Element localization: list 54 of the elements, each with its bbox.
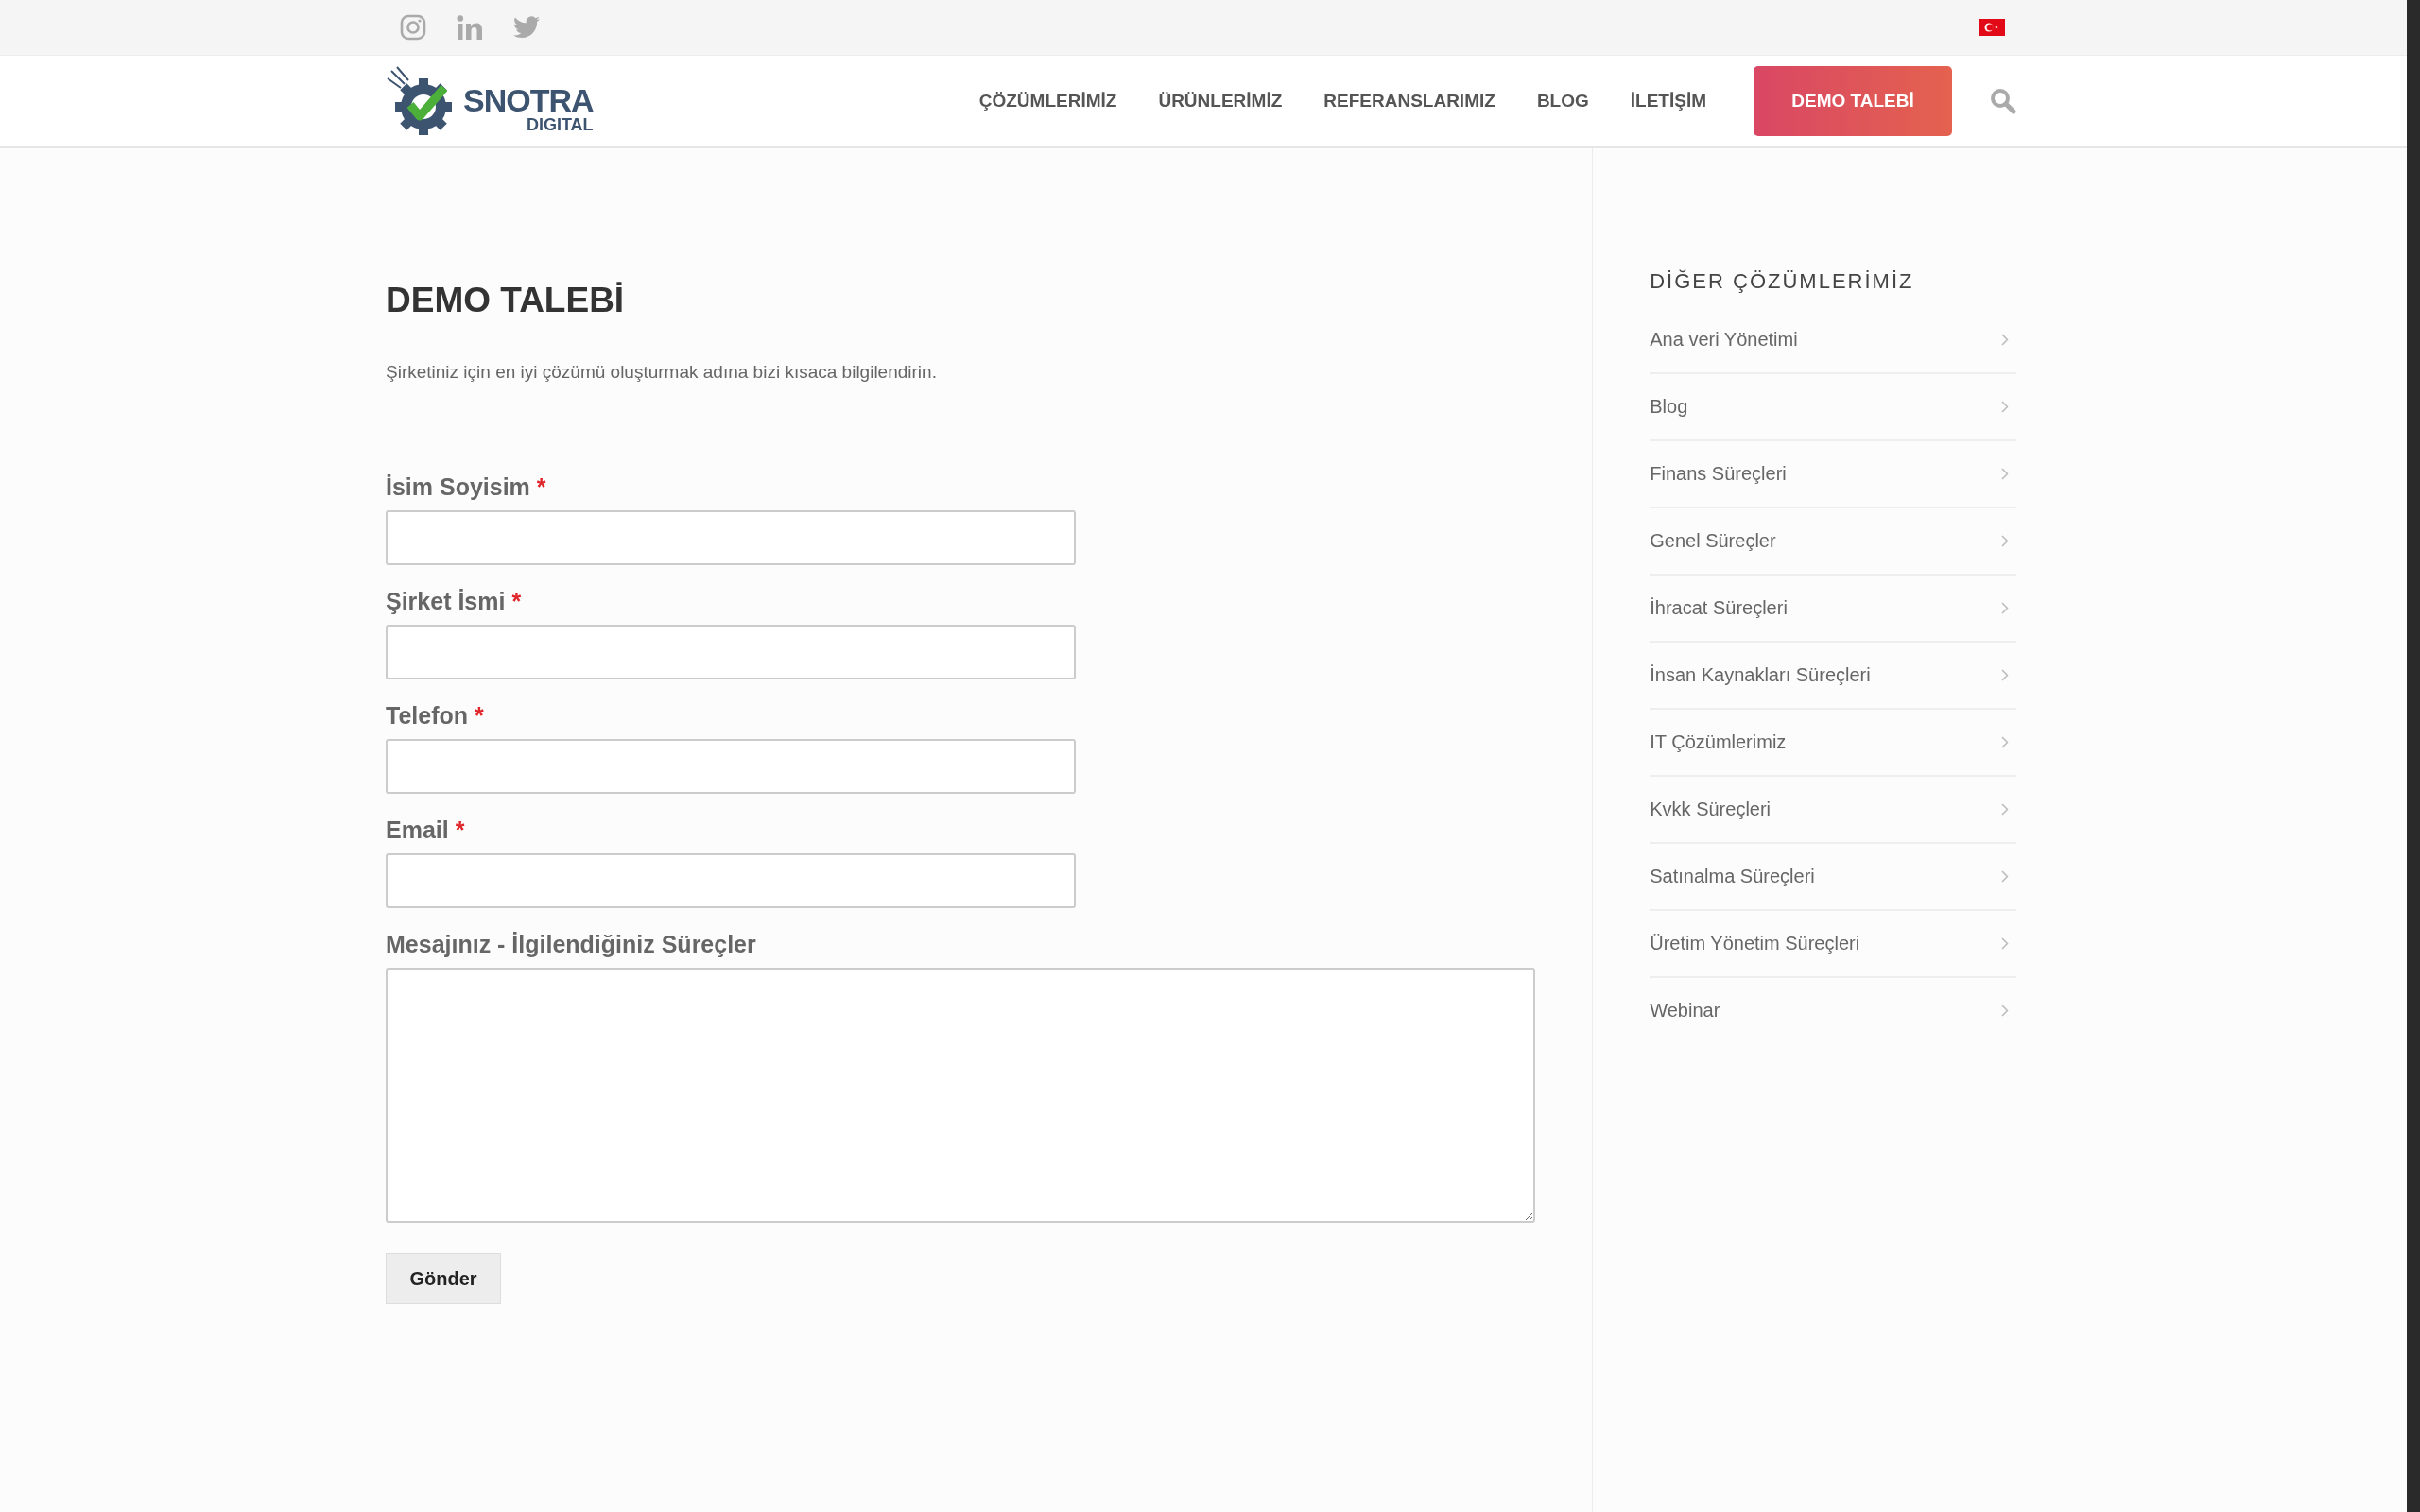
field-label: Mesajınız - İlgilendiğiniz Süreçler	[386, 931, 756, 958]
required-mark: *	[455, 816, 465, 844]
sidebar-link[interactable]: Kvkk Süreçleri	[1650, 799, 1772, 820]
sidebar-link[interactable]: Üretim Yönetim Süreçleri	[1650, 933, 1860, 954]
field-label: Email	[386, 816, 449, 844]
logo-subtitle: DIGITAL	[526, 116, 594, 133]
instagram-icon[interactable]	[400, 14, 426, 41]
twitter-icon[interactable]	[513, 16, 540, 39]
chevron-right-icon	[2001, 736, 2009, 748]
nav-link[interactable]: REFERANSLARIMIZ	[1323, 91, 1495, 112]
chevron-right-icon	[2001, 535, 2009, 547]
demo-request-button[interactable]: DEMO TALEBİ	[1754, 66, 1952, 136]
sidebar-link[interactable]: IT Çözümlerimiz	[1650, 731, 1787, 753]
sidebar-link[interactable]: Satınalma Süreçleri	[1650, 866, 1815, 887]
input-field[interactable]	[386, 510, 1076, 565]
chevron-right-icon	[2001, 468, 2009, 480]
chevron-right-icon	[2001, 1005, 2009, 1017]
sidebar-link[interactable]: Finans Süreçleri	[1650, 463, 1787, 485]
field-label: İsim Soyisim	[386, 473, 530, 501]
linkedin-icon[interactable]	[457, 15, 483, 40]
sidebar-link[interactable]: Webinar	[1650, 1000, 1720, 1022]
sidebar-link[interactable]: Genel Süreçler	[1650, 530, 1776, 552]
field-label: Şirket İsmi	[386, 588, 506, 615]
nav-link[interactable]: ÇÖZÜMLERİMİZ	[978, 91, 1117, 112]
chevron-right-icon	[2001, 937, 2009, 950]
submit-button[interactable]: Gönder	[386, 1253, 501, 1304]
sidebar-link[interactable]: Blog	[1650, 396, 1688, 418]
sidebar-link[interactable]: Ana veri Yönetimi	[1650, 329, 1798, 351]
input-field[interactable]	[386, 853, 1076, 908]
required-mark: *	[475, 702, 484, 730]
logo-name: SNOTRA	[463, 84, 594, 116]
required-mark: *	[511, 588, 522, 615]
input-field[interactable]	[386, 739, 1076, 794]
intro-text: Şirketiniz için en iyi çözümü oluşturmak adına bizi kısaca bilgilendirin.	[386, 362, 938, 383]
chevron-right-icon	[2001, 669, 2009, 681]
chevron-right-icon	[2001, 602, 2009, 614]
chevron-right-icon	[2001, 401, 2009, 413]
required-mark: *	[536, 473, 546, 501]
input-field[interactable]	[386, 625, 1076, 679]
sidebar-link[interactable]: İhracat Süreçleri	[1650, 597, 1788, 619]
search-icon[interactable]	[1990, 88, 2016, 114]
sidebar-link[interactable]: İnsan Kaynakları Süreçleri	[1650, 664, 1871, 686]
sidebar-title: DİĞER ÇÖZÜMLERİMİZ	[1650, 269, 1915, 294]
field-label: Telefon	[386, 702, 469, 730]
message-field[interactable]	[386, 968, 1535, 1223]
nav-link[interactable]: ÜRÜNLERİMİZ	[1158, 91, 1283, 112]
chevron-right-icon	[2001, 334, 2009, 346]
nav-link[interactable]: BLOG	[1536, 91, 1589, 112]
scrollbar[interactable]	[2407, 0, 2420, 1512]
nav-link[interactable]: İLETİŞİM	[1630, 91, 1706, 112]
chevron-right-icon	[2001, 803, 2009, 816]
page-title: DEMO TALEBİ	[386, 281, 626, 320]
turkish-flag-icon[interactable]	[1979, 19, 2005, 36]
chevron-right-icon	[2001, 870, 2009, 883]
